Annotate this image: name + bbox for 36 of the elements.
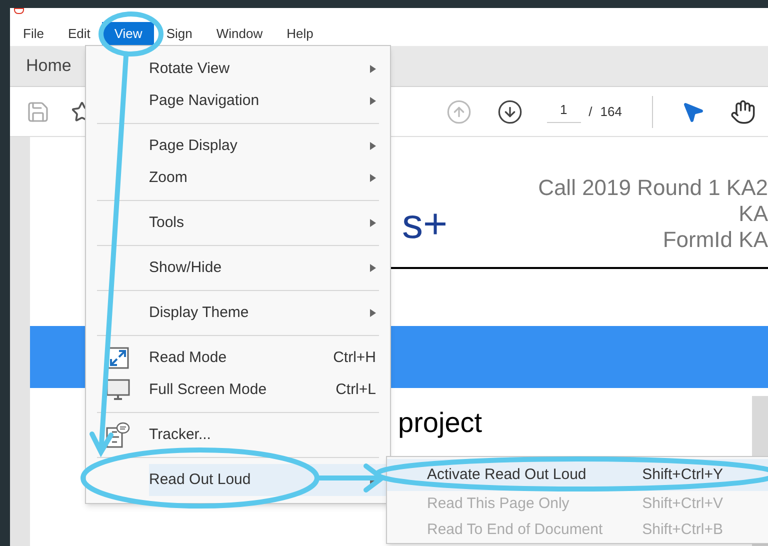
expand-icon [106, 347, 128, 369]
header-line: Call 2019 Round 1 KA2 [538, 174, 768, 201]
page-number-field[interactable]: 1 [546, 100, 581, 123]
menu-item: Read To End of Document Shift+Ctrl+B [387, 517, 768, 543]
shortcut-label: Shift+Ctrl+V [642, 494, 723, 514]
cabinet-icon [106, 422, 130, 448]
menu-item[interactable]: Tracker... [149, 419, 390, 451]
shortcut-label: Shift+Ctrl+B [642, 520, 723, 540]
header-line: FormId KA [662, 226, 768, 253]
menu-item[interactable]: Display Theme [149, 297, 390, 329]
menu-item[interactable]: Zoom [149, 162, 390, 194]
menu-item[interactable]: Show/Hide [149, 252, 390, 284]
menu-item[interactable]: Full Screen Mode Ctrl+L [149, 374, 390, 406]
header-line: KA [738, 200, 768, 227]
menu-item[interactable]: Rotate View [149, 53, 390, 85]
menu-item[interactable]: Window [204, 22, 275, 46]
page-count: 164 [600, 102, 622, 121]
shortcut-label: Shift+Ctrl+Y [642, 464, 723, 485]
menu-item[interactable]: Page Navigation [149, 85, 390, 117]
monitor-icon [106, 379, 130, 401]
menu-item[interactable]: Page Display [149, 130, 390, 162]
section-heading: project [398, 406, 482, 440]
shortcut-label: Ctrl+L [336, 380, 376, 400]
app-icon [14, 8, 24, 14]
menu-item[interactable]: Read Mode Ctrl+H [149, 342, 390, 374]
next-page-icon[interactable] [496, 98, 523, 125]
menu-item[interactable]: File [11, 22, 56, 46]
page-separator: / [588, 102, 592, 121]
menu-item[interactable]: Sign [154, 22, 204, 46]
home-tab[interactable]: Home [26, 53, 72, 79]
menu-item[interactable]: Edit [56, 22, 102, 46]
hand-icon[interactable] [730, 98, 756, 125]
menu-item[interactable]: Tools [149, 207, 390, 239]
logo-text: s+ [402, 202, 448, 245]
menu-item[interactable]: Help [274, 22, 326, 46]
shortcut-label: Ctrl+H [333, 348, 376, 368]
